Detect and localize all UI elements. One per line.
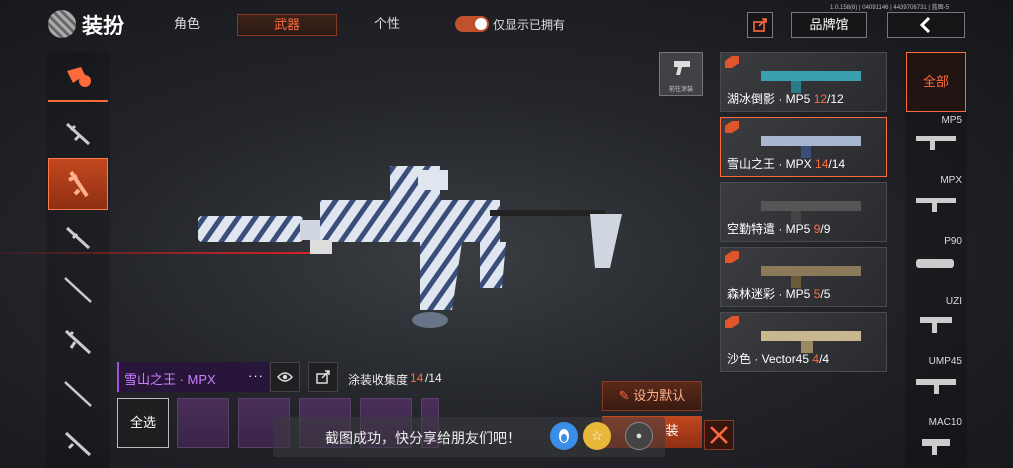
marksman-rifle-icon — [64, 381, 92, 407]
skin-card-label: 空勤特遣 · MP5 9/9 — [727, 222, 831, 236]
weapon-render-mpx — [198, 166, 622, 328]
version-text: 1.0.158(6) | 04091146 | 4439708731 | 蓝图-… — [830, 5, 949, 11]
filter-mpx-icon[interactable] — [914, 192, 960, 214]
tab-personality[interactable]: 个性 — [337, 14, 437, 36]
spray-tag-icon — [725, 316, 739, 328]
gun-thumbnail — [761, 266, 861, 288]
skin-card-label: 森林迷彩 · MP5 5/5 — [727, 287, 831, 301]
skin-card-label: 沙色 · Vector45 4/4 — [727, 352, 830, 366]
goto-paint-label: 前往涂装 — [668, 87, 693, 93]
filter-label-mpx: MPX — [940, 175, 962, 186]
filter-p90-icon[interactable] — [914, 253, 960, 275]
skin-card-label: 雪山之王 · MPX 14/14 — [727, 157, 846, 171]
skin-card[interactable]: 森林迷彩 · MP5 5/5 — [720, 247, 887, 307]
owned-only-label: 仅显示已拥有 — [493, 18, 566, 32]
filter-label-p90: P90 — [944, 236, 962, 247]
qq-penguin-icon — [559, 429, 569, 443]
close-icon — [710, 426, 728, 444]
category-assault-rifle[interactable] — [48, 108, 108, 158]
smg-icon — [68, 170, 89, 198]
tab-character[interactable]: 角色 — [137, 14, 237, 36]
category-logo-badge[interactable] — [48, 52, 108, 102]
preview-button[interactable] — [270, 362, 300, 392]
collection-count: 14 — [410, 371, 424, 385]
tab-weapon[interactable]: 武器 — [237, 14, 337, 36]
skin-card-selected[interactable]: 雪山之王 · MPX 14/14 — [720, 117, 887, 177]
spray-gun-icon — [674, 61, 690, 75]
qq-share-button[interactable] — [550, 422, 578, 450]
more-options-button[interactable]: ··· — [248, 368, 264, 383]
logo-badge-icon — [67, 67, 91, 87]
assault-rifle-icon — [65, 122, 91, 146]
gun-thumbnail — [761, 136, 861, 158]
skin-name: 雪山之王 · MPX — [124, 372, 216, 387]
back-button[interactable] — [887, 12, 965, 38]
owned-only-toggle[interactable] — [455, 16, 489, 32]
brand-hall-button[interactable]: 品牌馆 — [791, 12, 867, 38]
spray-icon: ✎ — [618, 388, 630, 403]
ak-rifle-icon — [64, 329, 92, 355]
filter-all-button[interactable]: 全部 — [906, 52, 966, 112]
star-icon: ☆ — [591, 428, 603, 443]
gun-thumbnail — [761, 71, 861, 93]
filter-label-uzi: UZI — [945, 296, 962, 307]
skin-card[interactable]: 沙色 · Vector45 4/4 — [720, 312, 887, 372]
category-shotgun[interactable] — [48, 212, 108, 262]
tribe-icon: ● — [635, 430, 643, 442]
part-thumb-scope[interactable] — [177, 398, 229, 448]
gun-thumbnail — [761, 201, 861, 223]
spray-tag-icon — [725, 251, 739, 263]
category-more[interactable] — [48, 418, 108, 468]
category-marksman[interactable] — [48, 368, 108, 418]
skin-card[interactable]: 空勤特遣 · MP5 9/9 — [720, 182, 887, 242]
spray-tag-icon — [725, 121, 739, 133]
toast-message: 截图成功，快分享给朋友们吧！ — [325, 430, 521, 446]
page-title: 装扮 — [82, 15, 124, 38]
collection-total: /14 — [425, 371, 442, 385]
toggle-knob — [475, 18, 487, 30]
set-default-button[interactable]: ✎ 设为默认 — [602, 381, 702, 411]
rifle-icon — [64, 431, 92, 457]
collection-label: 涂装收集度 — [348, 373, 409, 387]
set-default-label: 设为默认 — [633, 388, 686, 403]
filter-label-mp5: MP5 — [941, 115, 962, 126]
skin-card-label: 湖冰倒影 · MP5 12/12 — [727, 92, 844, 106]
category-smg[interactable] — [48, 158, 108, 210]
filter-label-ump45: UMP45 — [928, 356, 962, 367]
share-icon — [753, 18, 767, 32]
category-ak[interactable] — [48, 316, 108, 366]
spray-tag-icon — [725, 56, 739, 68]
filter-uzi-icon[interactable] — [914, 312, 960, 334]
share-skin-button[interactable] — [308, 362, 338, 392]
category-sniper[interactable] — [48, 264, 108, 314]
skin-card[interactable]: 湖冰倒影 · MP5 12/12 — [720, 52, 887, 112]
filter-mp5-icon[interactable] — [914, 130, 960, 152]
tribe-share-button[interactable]: ● — [625, 422, 653, 450]
filter-mac10-icon[interactable] — [914, 434, 960, 456]
select-all-button[interactable]: 全选 — [117, 398, 169, 448]
filter-label-mac10: MAC10 — [928, 417, 962, 428]
shotgun-icon — [65, 226, 91, 250]
eye-icon — [277, 372, 293, 382]
profile-logo-icon — [48, 10, 76, 38]
filter-ump45-icon[interactable] — [914, 373, 960, 395]
sniper-rifle-icon — [64, 277, 92, 303]
back-arrow-icon — [919, 16, 931, 34]
gun-thumbnail — [761, 331, 861, 353]
qzone-share-button[interactable]: ☆ — [583, 422, 611, 450]
share-button[interactable] — [747, 12, 773, 38]
equip-label: 装 — [665, 423, 679, 438]
close-button[interactable] — [704, 420, 734, 450]
share-icon — [316, 370, 330, 384]
